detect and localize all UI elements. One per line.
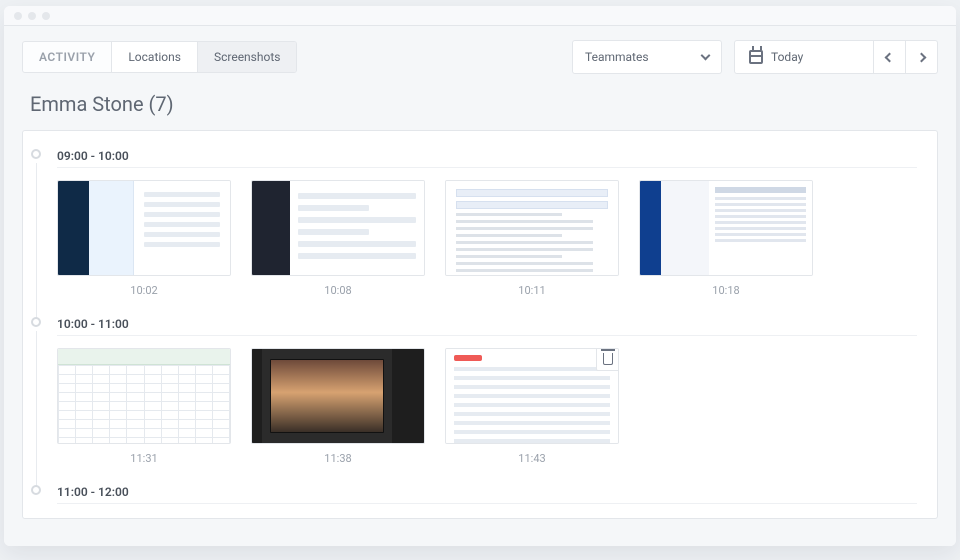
screenshot-time: 10:18: [639, 284, 813, 297]
time-range-label: 11:00 - 12:00: [57, 481, 917, 504]
time-section: 09:00 - 10:00 10:02 10:08 10:11 10:18: [51, 145, 917, 307]
tab-locations[interactable]: Locations: [112, 42, 198, 72]
screenshot-item: 11:31: [57, 348, 231, 465]
screenshot-item: 11:43: [445, 348, 619, 465]
date-prev-button[interactable]: [874, 40, 906, 74]
screenshot-time: 10:02: [57, 284, 231, 297]
time-range-label: 10:00 - 11:00: [57, 313, 917, 336]
timeline-line: [36, 163, 37, 321]
teammates-dropdown-label: Teammates: [585, 50, 649, 64]
screenshot-time: 11:38: [251, 452, 425, 465]
top-bar: ACTIVITY Locations Screenshots Teammates…: [22, 40, 938, 74]
screenshot-thumbnail[interactable]: [251, 180, 425, 276]
chevron-down-icon: [701, 51, 711, 61]
window-chrome: [4, 6, 956, 26]
screenshot-time: 10:08: [251, 284, 425, 297]
screenshot-thumbnail[interactable]: [639, 180, 813, 276]
screenshots-panel: 09:00 - 10:00 10:02 10:08 10:11 10:18 10:00 -…: [22, 130, 938, 519]
timeline-dot-icon: [31, 485, 41, 495]
screenshot-thumbnail[interactable]: [57, 180, 231, 276]
screenshot-time: 11:31: [57, 452, 231, 465]
trash-icon: [603, 353, 613, 365]
time-range-label: 09:00 - 10:00: [57, 145, 917, 168]
teammates-dropdown[interactable]: Teammates: [572, 40, 722, 74]
calendar-icon: [749, 50, 763, 64]
screenshot-item: 10:18: [639, 180, 813, 297]
window-dot-icon: [28, 12, 36, 20]
window-dot-icon: [14, 12, 22, 20]
time-section: 11:00 - 12:00: [51, 481, 917, 504]
screenshot-item: 10:08: [251, 180, 425, 297]
timeline-dot-icon: [31, 317, 41, 327]
screenshot-time: 11:43: [445, 452, 619, 465]
page-title: Emma Stone (7): [30, 92, 938, 116]
view-tabs: ACTIVITY Locations Screenshots: [22, 41, 297, 73]
screenshot-thumbnail[interactable]: [57, 348, 231, 444]
screenshot-thumbnail[interactable]: [251, 348, 425, 444]
date-picker-label: Today: [771, 50, 803, 64]
timeline-line: [36, 331, 37, 489]
chevron-right-icon: [917, 52, 927, 62]
tab-screenshots[interactable]: Screenshots: [198, 42, 296, 72]
delete-screenshot-button[interactable]: [596, 348, 619, 371]
content-area: ACTIVITY Locations Screenshots Teammates…: [4, 26, 956, 546]
screenshot-time: 10:11: [445, 284, 619, 297]
chevron-left-icon: [885, 52, 895, 62]
screenshot-thumbnail[interactable]: [445, 348, 619, 444]
screenshot-item: 10:02: [57, 180, 231, 297]
screenshot-item: 11:38: [251, 348, 425, 465]
app-window: ACTIVITY Locations Screenshots Teammates…: [4, 6, 956, 546]
screenshot-list: 11:31 11:38 11:43: [57, 336, 917, 475]
tab-activity[interactable]: ACTIVITY: [23, 42, 112, 72]
screenshot-list: 10:02 10:08 10:11 10:18: [57, 168, 917, 307]
screenshot-item: 10:11: [445, 180, 619, 297]
date-next-button[interactable]: [906, 40, 938, 74]
window-dot-icon: [42, 12, 50, 20]
screenshot-thumbnail[interactable]: [445, 180, 619, 276]
time-section: 10:00 - 11:00 11:31 11:38 11:43: [51, 313, 917, 475]
date-range-group: Today: [734, 40, 938, 74]
date-picker[interactable]: Today: [734, 40, 874, 74]
timeline-dot-icon: [31, 149, 41, 159]
